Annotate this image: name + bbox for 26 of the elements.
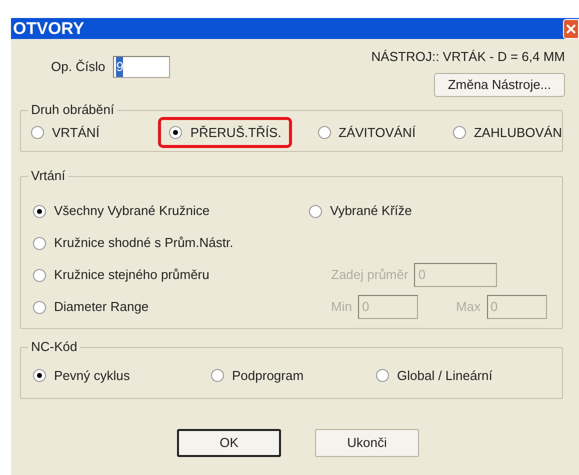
field-label: Max <box>456 298 481 316</box>
window-title: OTVORY <box>12 18 84 40</box>
dialog-button[interactable]: Ukonči <box>315 428 419 456</box>
radio-label: Diameter Range <box>54 298 149 316</box>
radio-label: VRTÁNÍ <box>52 124 100 142</box>
change-tool-button[interactable]: Změna Nástroje... <box>434 72 565 96</box>
input-field[interactable]: 9 <box>113 56 170 78</box>
radio-label: Kružnice shodné s Prům.Nástr. <box>54 234 234 252</box>
radio-label: ZAHLUBOVÁN <box>474 124 562 142</box>
radio-label: PŘERUŠ.TŘÍS. <box>190 124 282 142</box>
dialog-button[interactable]: OK <box>177 428 281 456</box>
radio-label: Vybrané Kříže <box>330 202 412 220</box>
group-title: Vrtání <box>28 168 68 184</box>
radio-label: Pevný cyklus <box>54 366 130 385</box>
radio-label: Kružnice stejného průměru <box>54 266 210 284</box>
group-title: NC-Kód <box>28 338 80 354</box>
group-title: Druh obrábění <box>28 102 118 118</box>
field-label: Op. Číslo <box>51 58 106 76</box>
radio-label: Global / Lineární <box>397 366 492 385</box>
field-value: 9 <box>116 57 124 77</box>
radio-label: Všechny Vybrané Kružnice <box>54 202 210 220</box>
radio-label: Podprogram <box>232 366 304 385</box>
field-label: Min <box>331 298 352 316</box>
field-label: Zadej průměr <box>331 266 408 284</box>
tool-info: NÁSTROJ:: VRTÁK - D = 6,4 MM <box>371 48 565 66</box>
radio-label: ZÁVITOVÁNÍ <box>338 124 416 142</box>
